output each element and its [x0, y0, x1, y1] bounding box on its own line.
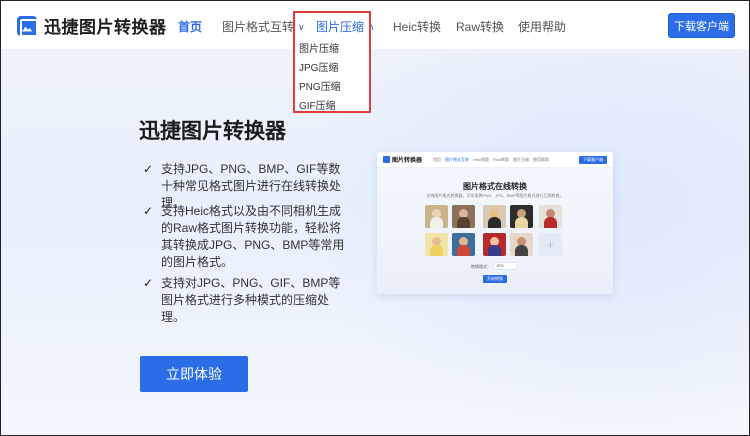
logo-text: 迅捷图片转换器	[44, 18, 167, 37]
preview-convert-button: 开始转换	[483, 275, 507, 283]
add-image-placeholder: +	[539, 233, 562, 256]
preview-format-select: JPG	[493, 262, 517, 270]
highlight-box	[293, 11, 371, 113]
photo-thumbnail	[539, 205, 562, 228]
preview-format-label: 转换格式：	[471, 264, 491, 269]
app-preview-image: 图片转换器 首页 图片格式互转 Heic转换 Raw转换 图片压缩 使用帮助 下…	[377, 152, 613, 294]
preview-nav-item: 图片压缩	[513, 157, 529, 162]
preview-logo-icon	[383, 156, 390, 163]
nav-format-convert-label: 图片格式互转	[222, 20, 295, 34]
plus-icon: +	[546, 237, 554, 252]
nav-home[interactable]: 首页	[178, 18, 202, 35]
top-nav-bar: 迅捷图片转换器 首页 图片格式互转 ∨ 图片压缩 ∧ Heic转换 Raw转换 使用…	[1, 1, 749, 49]
photo-thumbnail	[452, 205, 475, 228]
photo-thumbnail	[425, 233, 448, 256]
nav-help-label: 使用帮助	[518, 20, 567, 34]
preview-logo-text: 图片转换器	[392, 158, 423, 164]
preview-nav-item: Raw转换	[493, 157, 510, 162]
preview-nav-item: 图片格式互转	[445, 157, 469, 162]
check-icon: ✓	[143, 276, 154, 290]
photo-thumbnail	[425, 205, 448, 228]
feature-text: 支持Heic格式以及由不同相机生成的Raw格式图片转换功能，轻松将其转换成JPG…	[161, 204, 345, 269]
nav-help[interactable]: 使用帮助	[518, 18, 566, 35]
logo-image-icon	[17, 15, 37, 36]
check-icon: ✓	[143, 162, 154, 176]
photo-thumbnail	[483, 205, 506, 228]
page: 迅捷图片转换器 首页 图片格式互转 ∨ 图片压缩 ∧ Heic转换 Raw转换 使用…	[0, 0, 750, 436]
hero-title: 迅捷图片转换器	[139, 120, 286, 143]
photo-thumbnail	[510, 205, 533, 228]
nav-home-label: 首页	[178, 20, 203, 34]
logo[interactable]: 迅捷图片转换器	[17, 13, 167, 38]
nav-raw-label: Raw转换	[456, 20, 505, 34]
preview-title: 图片格式在线转换	[463, 182, 527, 191]
preview-header: 图片转换器 首页 图片格式互转 Heic转换 Raw转换 图片压缩 使用帮助 下…	[377, 152, 613, 168]
try-now-button[interactable]: 立即体验	[140, 356, 248, 392]
nav-heic[interactable]: Heic转换	[393, 18, 441, 35]
photo-thumbnail	[483, 233, 506, 256]
preview-download-button: 下载客户端	[579, 156, 607, 164]
nav-raw[interactable]: Raw转换	[456, 18, 504, 35]
preview-nav-item: 使用帮助	[533, 157, 549, 162]
preview-nav-item: Heic转换	[473, 157, 490, 162]
check-icon: ✓	[143, 204, 154, 218]
photo-thumbnail	[510, 233, 533, 256]
preview-nav-item: 首页	[433, 157, 441, 162]
nav-heic-label: Heic转换	[393, 20, 442, 34]
preview-subtitle: 在线图片格式转换器，可实现将PNG、JPG、BMP等图片格式进行互相转换。	[426, 193, 564, 198]
download-client-button[interactable]: 下载客户端	[668, 13, 735, 38]
photo-thumbnail	[452, 233, 475, 256]
preview-body: 图片格式在线转换 在线图片格式转换器，可实现将PNG、JPG、BMP等图片格式进…	[377, 168, 613, 294]
feature-text: 支持对JPG、PNG、GIF、BMP等图片格式进行多种模式的压缩处理。	[161, 276, 341, 324]
